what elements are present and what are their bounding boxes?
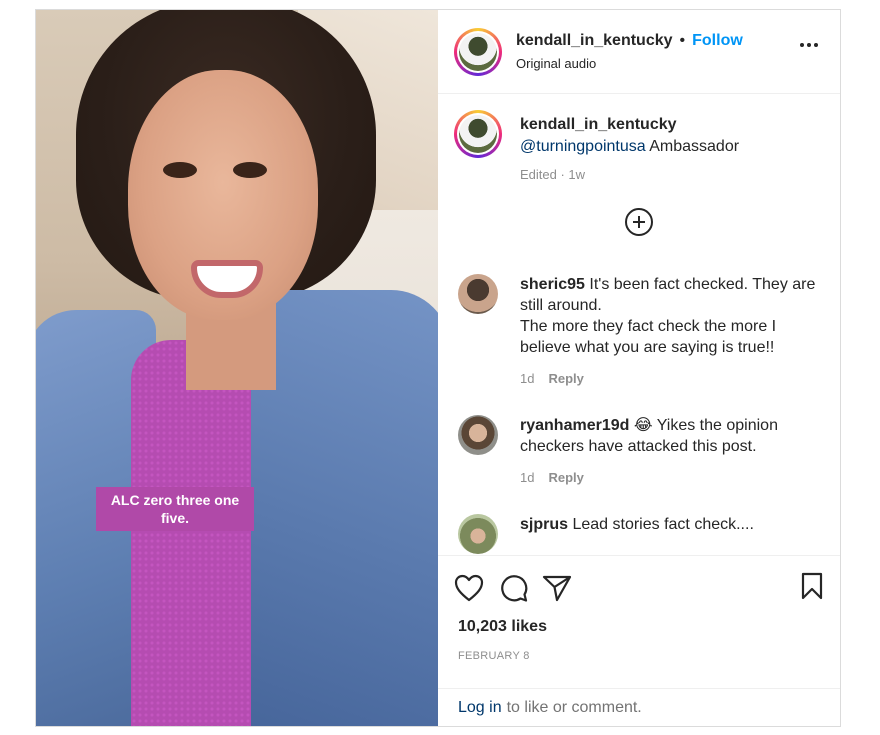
caption-body: kendall_in_kentucky @turningpointusa Amb… bbox=[520, 110, 739, 186]
comment-time: 1d bbox=[520, 470, 535, 485]
comment-username[interactable]: sjprus bbox=[520, 516, 568, 533]
jacket-right bbox=[251, 290, 438, 726]
header-separator: • bbox=[679, 32, 686, 49]
caption-username[interactable]: kendall_in_kentucky bbox=[520, 114, 739, 136]
bookmark-icon[interactable] bbox=[800, 572, 824, 605]
avatar-image bbox=[459, 32, 497, 71]
comment-line: ryanhamer19d 😂 Yikes the opinion checker… bbox=[520, 415, 820, 457]
comment-avatar[interactable] bbox=[458, 274, 498, 314]
add-icon[interactable] bbox=[625, 208, 653, 236]
comment-avatar[interactable] bbox=[458, 415, 498, 455]
caption-mention[interactable]: @turningpointusa bbox=[520, 138, 646, 155]
comment-text-continued: The more they fact check the more I beli… bbox=[520, 318, 777, 356]
caption-avatar-inner bbox=[457, 113, 499, 155]
reply-button[interactable]: Reply bbox=[548, 368, 583, 389]
comment-item: sjprus Lead stories fact check.... bbox=[438, 514, 840, 554]
comment-time: 1d bbox=[520, 371, 535, 386]
comment-meta: 1d Reply bbox=[520, 467, 820, 488]
avatar[interactable] bbox=[454, 27, 502, 76]
comment-body: ryanhamer19d 😂 Yikes the opinion checker… bbox=[520, 415, 820, 488]
login-text: to like or comment. bbox=[506, 698, 642, 716]
post-card: ALC zero three one five. kendall_in_kent… bbox=[35, 9, 841, 727]
post-video[interactable]: ALC zero three one five. bbox=[36, 10, 438, 726]
comment-line: sheric95 It's been fact checked. They ar… bbox=[520, 274, 820, 316]
likes-count[interactable]: 10,203 likes bbox=[458, 618, 824, 636]
comments-section[interactable]: kendall_in_kentucky @turningpointusa Amb… bbox=[438, 94, 840, 555]
video-caption-overlay: ALC zero three one five. bbox=[96, 487, 254, 531]
caption-avatar[interactable] bbox=[454, 110, 502, 158]
post-sidebar: kendall_in_kentucky • Follow Original au… bbox=[438, 10, 840, 726]
audio-label[interactable]: Original audio bbox=[516, 56, 743, 71]
share-icon[interactable] bbox=[542, 574, 572, 602]
post-actions: 10,203 likes FEBRUARY 8 bbox=[438, 555, 840, 688]
emoji-icon: 😂 bbox=[633, 417, 653, 434]
header-username[interactable]: kendall_in_kentucky bbox=[516, 32, 673, 50]
comment-meta: 1d Reply bbox=[520, 368, 820, 389]
header-line: kendall_in_kentucky • Follow bbox=[516, 32, 743, 50]
comment-text: Lead stories fact check.... bbox=[572, 516, 754, 533]
caption-text-line: @turningpointusa Ambassador bbox=[520, 136, 739, 158]
comment-avatar[interactable] bbox=[458, 514, 498, 554]
comment-body: sjprus Lead stories fact check.... bbox=[520, 514, 820, 554]
login-bar: Log in to like or comment. bbox=[438, 688, 840, 726]
comment-item: sheric95 It's been fact checked. They ar… bbox=[438, 274, 840, 389]
more-icon[interactable] bbox=[800, 43, 818, 47]
comment-icon[interactable] bbox=[498, 573, 528, 603]
comment-body: sheric95 It's been fact checked. They ar… bbox=[520, 274, 820, 389]
load-more-wrap bbox=[438, 208, 840, 236]
caption-avatar-image bbox=[459, 115, 497, 153]
avatar-inner bbox=[457, 30, 499, 73]
action-icons bbox=[454, 570, 824, 606]
post-date: FEBRUARY 8 bbox=[458, 650, 530, 662]
comment-username[interactable]: sheric95 bbox=[520, 276, 585, 293]
person-eye-right bbox=[233, 162, 267, 178]
comment-username[interactable]: ryanhamer19d bbox=[520, 417, 629, 434]
post-header: kendall_in_kentucky • Follow Original au… bbox=[438, 10, 840, 94]
login-link[interactable]: Log in bbox=[458, 699, 502, 717]
follow-button[interactable]: Follow bbox=[692, 32, 743, 50]
heart-icon[interactable] bbox=[454, 574, 484, 602]
reply-button[interactable]: Reply bbox=[548, 467, 583, 488]
header-text: kendall_in_kentucky • Follow Original au… bbox=[516, 32, 743, 71]
person-eye-left bbox=[163, 162, 197, 178]
caption-meta: Edited · 1w bbox=[520, 167, 586, 182]
caption-text: Ambassador bbox=[649, 138, 740, 155]
caption-row: kendall_in_kentucky @turningpointusa Amb… bbox=[438, 94, 840, 186]
comment-line: sjprus Lead stories fact check.... bbox=[520, 514, 820, 535]
comment-item: ryanhamer19d 😂 Yikes the opinion checker… bbox=[438, 415, 840, 488]
